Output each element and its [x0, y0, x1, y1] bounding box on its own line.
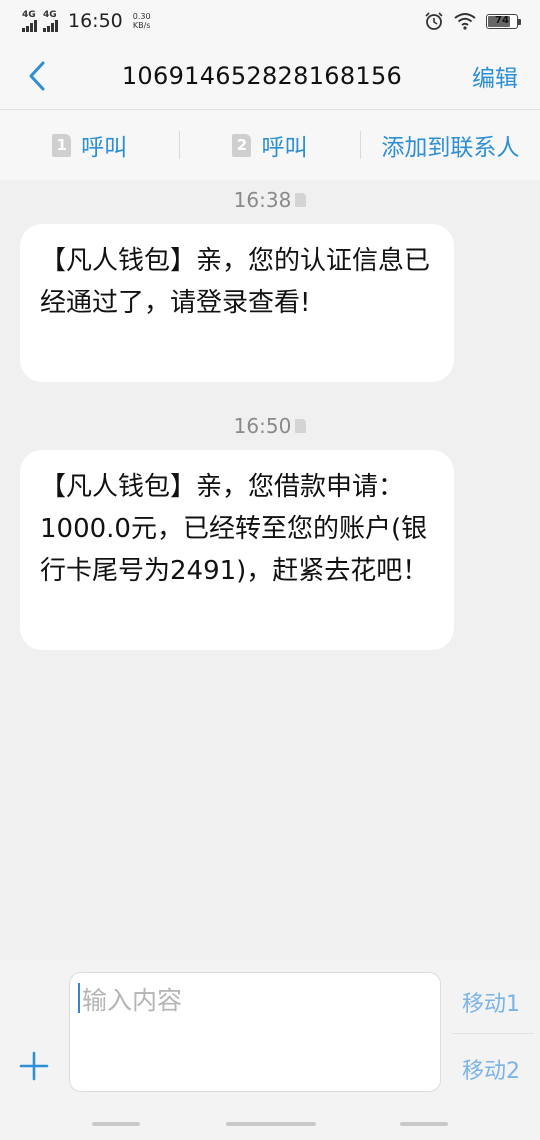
message-time: 16:50 — [233, 414, 292, 438]
add-to-contacts-button[interactable]: 添加到联系人 — [361, 128, 540, 162]
sim1-network-label: 4G — [22, 9, 36, 20]
message-time: 16:38 — [233, 188, 292, 212]
chevron-left-icon — [29, 61, 45, 90]
message-input-placeholder: 输入内容 — [82, 986, 183, 1015]
message-input[interactable]: 输入内容 — [69, 972, 441, 1092]
conversation-header: 106914652828168156 编辑 — [0, 42, 540, 110]
call-sim1-label: 呼叫 — [81, 135, 128, 161]
message-bubble[interactable]: 【凡人钱包】亲，您的认证信息已经通过了，请登录查看! — [20, 224, 454, 382]
contact-actions-bar: 1 呼叫 2 呼叫 添加到联系人 — [0, 110, 540, 180]
sim2-network-label: 4G — [43, 9, 57, 20]
alarm-icon — [425, 12, 443, 30]
message-timestamp: 16:50 — [0, 414, 540, 438]
sim1-icon: 1 — [52, 133, 72, 157]
wifi-icon — [454, 13, 476, 30]
network-speed-value: 0.30 — [132, 12, 151, 21]
nav-back-button[interactable] — [400, 1122, 448, 1126]
message-bubble[interactable]: 【凡人钱包】亲，您借款申请：1000.0元，已经转至您的账户(银行卡尾号为249… — [20, 450, 454, 650]
sim1-signal-icon: 4G — [22, 9, 37, 32]
message-text: 【凡人钱包】亲，您借款申请：1000.0元，已经转至您的账户(银行卡尾号为249… — [40, 472, 429, 586]
sim2-signal-icon: 4G — [43, 9, 58, 32]
nav-menu-button[interactable] — [92, 1122, 140, 1126]
sim2-icon: 2 — [232, 133, 252, 157]
network-speed: 0.30 KB/s — [133, 12, 151, 30]
conversation-title: 106914652828168156 — [121, 61, 403, 90]
status-right: 74 — [424, 11, 521, 31]
message-text: 【凡人钱包】亲，您的认证信息已经通过了，请登录查看! — [40, 246, 431, 318]
send-sim1-button[interactable]: 移动1 — [452, 986, 530, 1018]
battery-icon: 74 — [486, 13, 521, 29]
divider — [452, 1033, 534, 1034]
battery-level: 74 — [495, 14, 509, 26]
sim-indicator-icon — [295, 418, 307, 433]
plus-icon — [19, 1051, 49, 1081]
status-clock: 16:50 — [68, 10, 123, 32]
edit-button[interactable]: 编辑 — [450, 59, 540, 93]
status-bar: 4G 4G 16:50 0.30 KB/s 74 — [0, 0, 540, 42]
call-sim2-button[interactable]: 2 呼叫 — [180, 128, 359, 162]
network-speed-unit: KB/s — [132, 21, 151, 30]
send-sim2-button[interactable]: 移动2 — [452, 1053, 530, 1085]
text-caret — [78, 983, 80, 1013]
back-button[interactable] — [0, 42, 74, 110]
system-nav-bar — [0, 1110, 540, 1140]
message-timestamp: 16:38 — [0, 188, 540, 212]
call-sim2-label: 呼叫 — [261, 135, 308, 161]
status-left: 4G 4G 16:50 0.30 KB/s — [22, 10, 151, 32]
sim-indicator-icon — [295, 192, 307, 207]
add-attachment-button[interactable] — [18, 1050, 50, 1082]
call-sim1-button[interactable]: 1 呼叫 — [0, 128, 179, 162]
nav-home-button[interactable] — [226, 1122, 316, 1126]
